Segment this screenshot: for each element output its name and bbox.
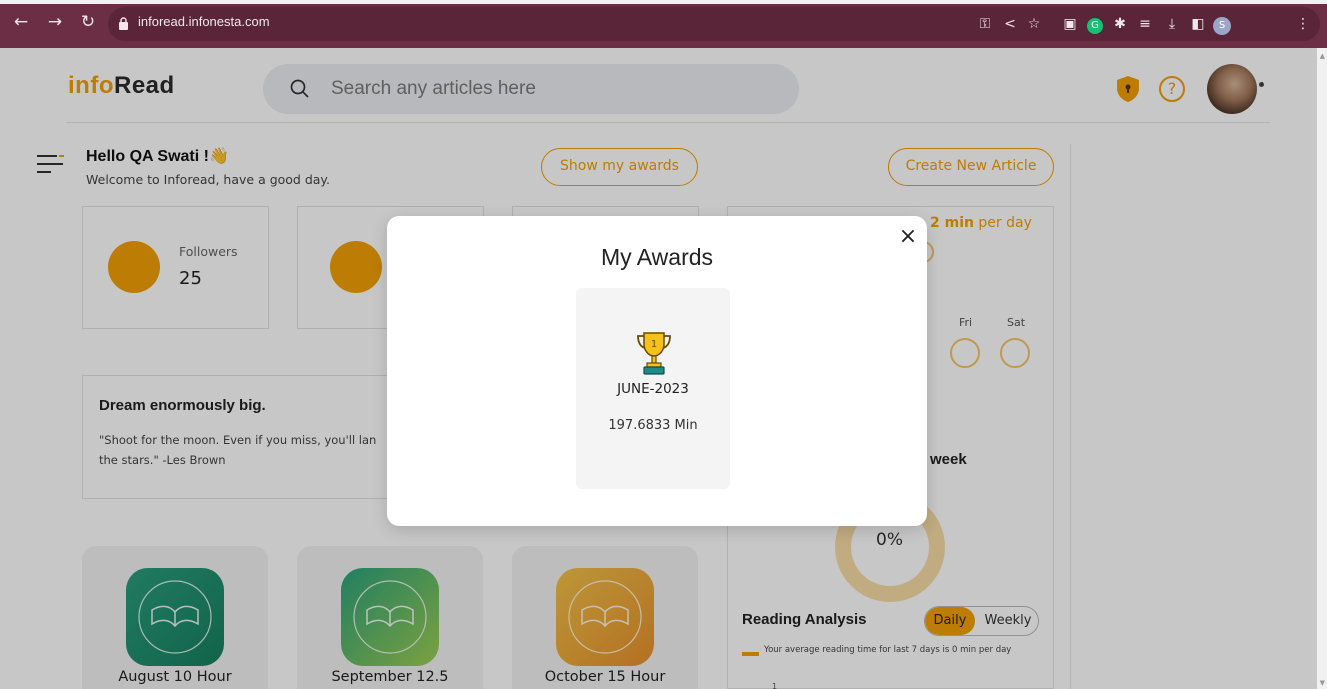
url-text[interactable]: inforead.infonesta.com xyxy=(138,14,270,29)
bookmark-star-icon[interactable]: ☆ xyxy=(1024,14,1044,34)
reload-icon[interactable]: ↻ xyxy=(77,11,99,33)
grammarly-icon[interactable]: G xyxy=(1085,14,1105,34)
lock-icon xyxy=(119,17,128,30)
page-scrollbar[interactable] xyxy=(1317,48,1327,689)
extension-box-icon[interactable]: ▣ xyxy=(1060,14,1080,34)
award-month: JUNE-2023 xyxy=(617,381,689,397)
download-icon[interactable]: ⤓ xyxy=(1162,14,1182,34)
back-arrow-icon[interactable]: ← xyxy=(10,11,32,33)
award-card: 1 JUNE-2023 197.6833 Min xyxy=(576,288,730,489)
reading-list-icon[interactable]: ≡ xyxy=(1135,14,1155,34)
scroll-down-icon[interactable]: ▼ xyxy=(1320,679,1325,687)
profile-initial: S xyxy=(1213,17,1231,35)
my-awards-modal: My Awards × 1 JUNE-2023 197.6833 Min xyxy=(387,216,927,526)
profile-icon[interactable]: S xyxy=(1212,14,1232,35)
forward-arrow-icon[interactable]: → xyxy=(44,11,66,33)
share-icon[interactable]: < xyxy=(1000,14,1020,34)
menu-kebab-icon[interactable]: ⋮ xyxy=(1293,14,1313,34)
scroll-up-icon[interactable]: ▲ xyxy=(1320,52,1325,60)
trophy-icon: 1 xyxy=(637,332,671,375)
extensions-puzzle-icon[interactable]: ✱ xyxy=(1110,14,1130,34)
award-minutes: 197.6833 Min xyxy=(608,418,698,433)
key-icon[interactable]: ⚿ xyxy=(975,14,995,34)
trophy-rank: 1 xyxy=(651,339,657,350)
browser-chrome: ← → ↻ inforead.infonesta.com ⚿ < ☆ ▣ G ✱… xyxy=(0,0,1327,48)
close-icon[interactable]: × xyxy=(897,226,919,249)
modal-title: My Awards xyxy=(600,244,714,270)
side-panel-icon[interactable]: ◧ xyxy=(1188,14,1208,34)
grammarly-letter: G xyxy=(1087,18,1103,34)
